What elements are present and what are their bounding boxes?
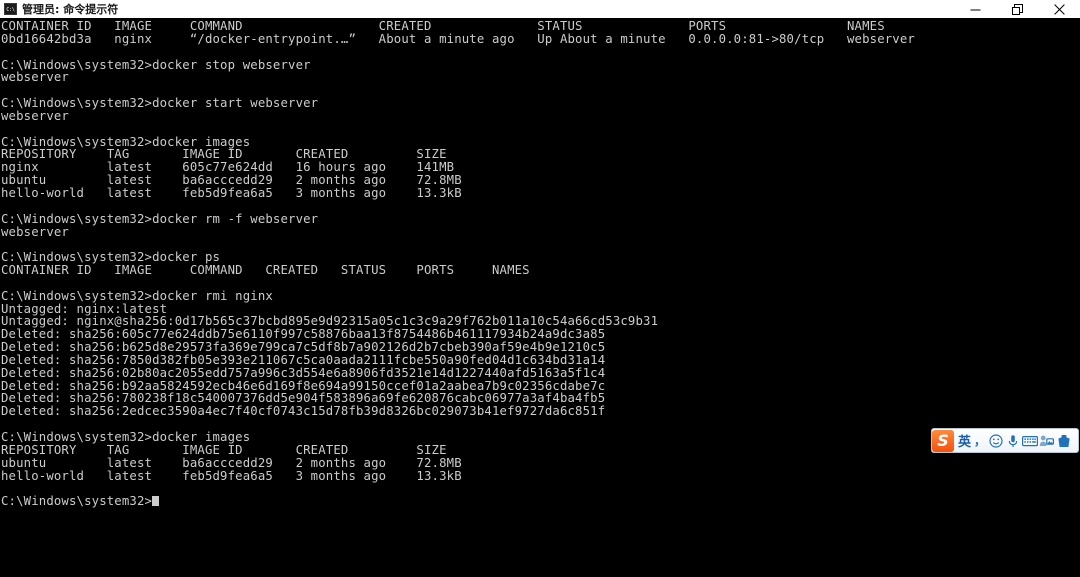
terminal-line: webserver xyxy=(1,108,69,123)
terminal-line: webserver xyxy=(1,224,69,239)
skin-change-icon[interactable] xyxy=(1038,429,1055,452)
command-prompt-window: C:\ 管理员: 命令提示符 CONTAINER ID IMAGE COMMAN… xyxy=(0,0,1080,577)
restore-button[interactable] xyxy=(996,0,1038,18)
terminal-line: hello-world latest feb5d9fea6a5 3 months… xyxy=(1,185,462,200)
terminal-line: hello-world latest feb5d9fea6a5 3 months… xyxy=(1,468,462,483)
terminal-line: Deleted: sha256:2edcec3590a4ec7f40cf0743… xyxy=(1,404,606,419)
minimize-button[interactable] xyxy=(954,0,996,18)
terminal-line: 0bd16642bd3a nginx “/docker-entrypoint.…… xyxy=(1,31,915,46)
punctuation-toggle-button[interactable]: ， xyxy=(973,429,987,452)
close-button[interactable] xyxy=(1038,0,1080,18)
terminal-line: webserver xyxy=(1,70,69,85)
window-title-bar[interactable]: C:\ 管理员: 命令提示符 xyxy=(0,0,1080,18)
terminal-line: C:\Windows\system32>docker rm -f webserv… xyxy=(1,211,319,226)
terminal-output-area[interactable]: CONTAINER ID IMAGE COMMAND CREATED STATU… xyxy=(0,18,1080,577)
terminal-line: CONTAINER ID IMAGE COMMAND CREATED STATU… xyxy=(1,19,885,33)
microphone-icon[interactable] xyxy=(1004,429,1021,452)
terminal-line: C:\Windows\system32> xyxy=(1,495,1080,508)
cmd-console-icon: C:\ xyxy=(4,3,17,15)
toolbox-icon[interactable] xyxy=(1055,429,1072,452)
sogou-input-method-toolbar[interactable]: S 英 ， xyxy=(931,428,1079,453)
terminal-line: C:\Windows\system32>docker images xyxy=(1,430,251,444)
terminal-line: C:\Windows\system32>docker start webserv… xyxy=(1,96,319,111)
soft-keyboard-icon[interactable] xyxy=(1021,429,1038,452)
window-controls xyxy=(954,0,1080,18)
terminal-line: Deleted: sha256:7850d382fb05e393e211067c… xyxy=(1,352,606,367)
terminal-line: Deleted: sha256:b625d8e29573fa369e799ca7… xyxy=(1,340,606,355)
terminal-line: ubuntu latest ba6acccedd29 2 months ago … xyxy=(1,455,462,470)
terminal-line: REPOSITORY TAG IMAGE ID CREATED SIZE xyxy=(1,442,447,457)
terminal-line: CONTAINER ID IMAGE COMMAND CREATED STATU… xyxy=(1,263,530,278)
window-title: 管理员: 命令提示符 xyxy=(22,3,119,16)
terminal-lines: CONTAINER ID IMAGE COMMAND CREATED STATU… xyxy=(0,18,1080,508)
terminal-line: C:\Windows\system32>docker stop webserve… xyxy=(1,57,311,72)
input-mode-english-button[interactable]: 英 xyxy=(956,429,973,452)
terminal-line: C:\Windows\system32>docker rmi nginx xyxy=(1,288,273,303)
emoji-icon[interactable] xyxy=(987,429,1004,452)
terminal-cursor xyxy=(152,496,160,507)
sogou-logo-icon[interactable]: S xyxy=(932,429,954,452)
terminal-line: Deleted: sha256:02b80ac2055edd757a996c3d… xyxy=(1,365,606,380)
title-bar-left-group: C:\ 管理员: 命令提示符 xyxy=(0,1,954,17)
